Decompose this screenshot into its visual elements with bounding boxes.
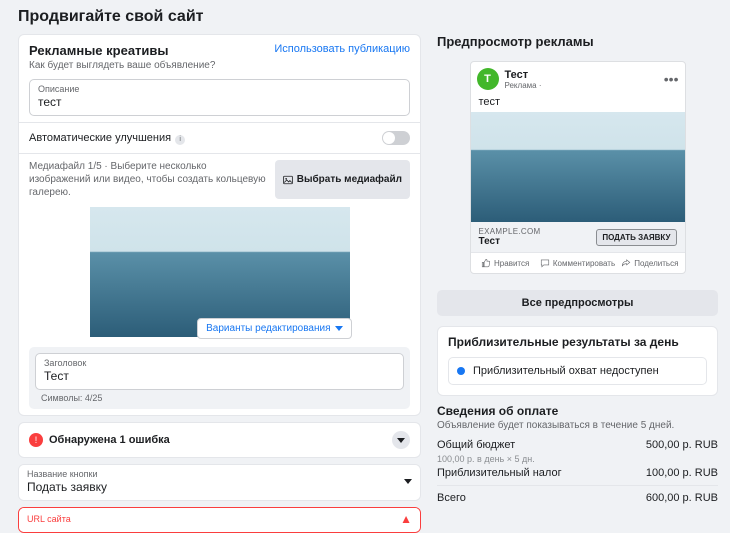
info-dot-icon bbox=[457, 367, 465, 375]
headline-input[interactable]: Заголовок Тест bbox=[35, 353, 404, 390]
creatives-subtitle: Как будет выглядеть ваше объявление? bbox=[29, 60, 215, 71]
total-value: 600,00 р. RUB bbox=[646, 492, 718, 504]
preview-headline: Тест bbox=[479, 236, 541, 247]
auto-improve-toggle[interactable] bbox=[382, 131, 410, 145]
estimates-card: Приблизительные результаты за день Прибл… bbox=[437, 326, 718, 396]
like-button[interactable]: Нравится bbox=[471, 253, 540, 273]
info-icon[interactable]: i bbox=[175, 135, 185, 145]
error-icon: ! bbox=[29, 433, 43, 447]
image-icon bbox=[283, 175, 293, 185]
headline-counter: Символы: 4/25 bbox=[41, 393, 404, 403]
avatar: T bbox=[477, 68, 499, 90]
button-name-label: Название кнопки bbox=[27, 469, 107, 479]
error-text: Обнаружена 1 ошибка bbox=[49, 434, 170, 446]
preview-title: Предпросмотр рекламы bbox=[437, 34, 718, 49]
edit-options-button[interactable]: Варианты редактирования bbox=[197, 318, 351, 339]
chevron-down-icon[interactable] bbox=[392, 431, 410, 449]
preview-page-name: Тест bbox=[505, 69, 542, 81]
page-title: Продвигайте свой сайт bbox=[18, 8, 718, 26]
preview-image bbox=[471, 112, 685, 222]
pick-media-button[interactable]: Выбрать медиафайл bbox=[275, 160, 410, 199]
description-value: тест bbox=[38, 95, 401, 109]
estimates-reach-text: Приблизительный охват недоступен bbox=[473, 365, 659, 377]
like-icon bbox=[481, 258, 491, 268]
preview-domain: EXAMPLE.COM bbox=[479, 227, 541, 236]
budget-label: Общий бюджет bbox=[437, 439, 515, 451]
description-label: Описание bbox=[38, 84, 401, 94]
url-label: URL сайта bbox=[27, 514, 71, 524]
description-input[interactable]: Описание тест bbox=[29, 79, 410, 116]
share-icon bbox=[621, 258, 631, 268]
warning-icon: ▲ bbox=[400, 512, 412, 526]
media-thumbnail[interactable]: Варианты редактирования bbox=[90, 207, 350, 337]
tax-value: 100,00 р. RUB bbox=[646, 467, 718, 479]
media-counter-text: Медиафайл 1/5 · Выберите несколько изобр… bbox=[29, 160, 267, 199]
tax-label: Приблизительный налог bbox=[437, 467, 562, 479]
button-name-value: Подать заявку bbox=[27, 480, 107, 494]
payment-title: Сведения об оплате bbox=[437, 404, 718, 418]
creatives-card: Рекламные креативы Как будет выглядеть в… bbox=[18, 34, 421, 416]
more-icon[interactable]: ••• bbox=[664, 75, 679, 83]
preview-panel: T Тест Реклама · ••• тест EXAMPLE.COM Те… bbox=[437, 55, 718, 280]
all-previews-button[interactable]: Все предпросмотры bbox=[437, 290, 718, 316]
estimates-title: Приблизительные результаты за день bbox=[438, 327, 717, 353]
error-banner[interactable]: ! Обнаружена 1 ошибка bbox=[18, 422, 421, 458]
total-label: Всего bbox=[437, 492, 466, 504]
preview-sponsor: Реклама · bbox=[505, 81, 542, 90]
headline-label: Заголовок bbox=[44, 358, 395, 368]
chevron-down-icon bbox=[335, 326, 343, 331]
payment-section: Сведения об оплате Объявление будет пока… bbox=[437, 404, 718, 507]
button-name-select[interactable]: Название кнопки Подать заявку bbox=[18, 464, 421, 501]
payment-subtitle: Объявление будет показываться в течение … bbox=[437, 420, 718, 431]
ad-preview-card: T Тест Реклама · ••• тест EXAMPLE.COM Те… bbox=[470, 61, 686, 274]
auto-improve-row: Автоматические улучшения i bbox=[19, 122, 420, 153]
share-button[interactable]: Поделиться bbox=[615, 253, 684, 273]
creatives-title: Рекламные креативы bbox=[29, 43, 215, 58]
chevron-down-icon bbox=[404, 479, 412, 484]
preview-body: тест bbox=[471, 96, 685, 112]
headline-value: Тест bbox=[44, 369, 395, 383]
comment-icon bbox=[540, 258, 550, 268]
use-post-link[interactable]: Использовать публикацию bbox=[274, 43, 410, 55]
budget-sub: 100,00 р. в день × 5 дн. bbox=[437, 454, 535, 464]
comment-button[interactable]: Комментировать bbox=[540, 253, 615, 273]
budget-value: 500,00 р. RUB bbox=[646, 439, 718, 451]
url-input[interactable]: URL сайта ▲ bbox=[18, 507, 421, 533]
preview-cta-button[interactable]: ПОДАТЬ ЗАЯВКУ bbox=[596, 229, 676, 246]
auto-improve-label: Автоматические улучшения bbox=[29, 132, 171, 144]
